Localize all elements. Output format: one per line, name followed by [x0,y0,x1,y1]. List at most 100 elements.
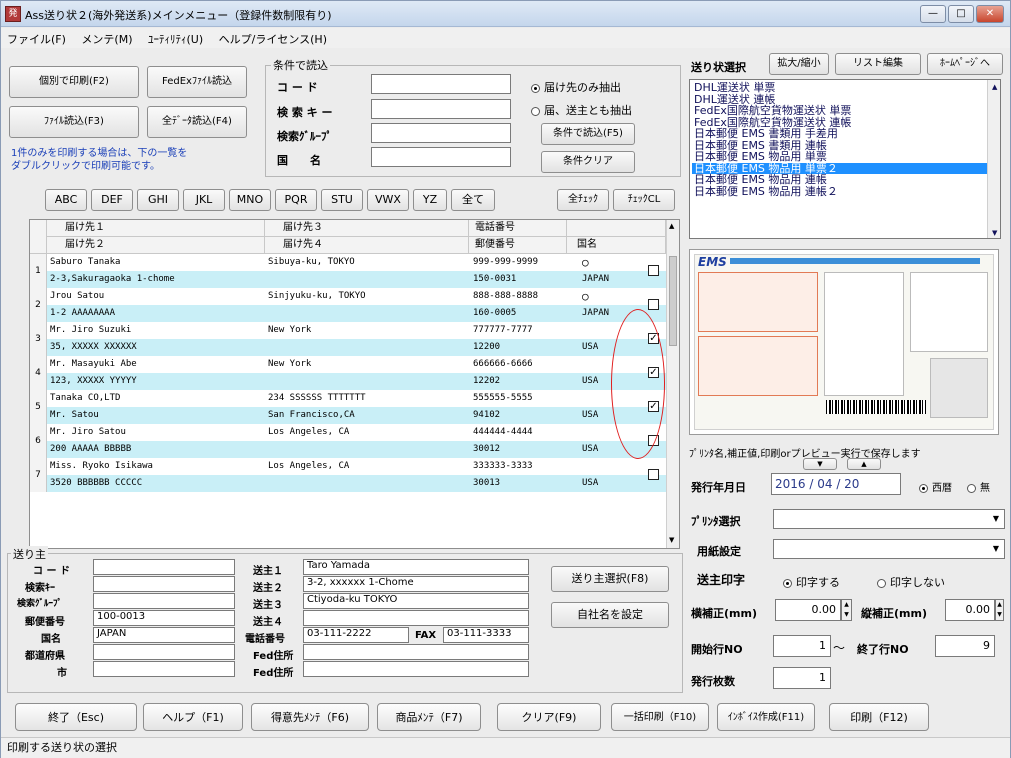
paper-select[interactable]: ▼ [773,539,1005,559]
sender-fed-address-input-2[interactable] [303,661,529,677]
scroll-down-icon[interactable]: ▼ [669,536,674,544]
maximize-button[interactable]: □ [948,5,974,23]
individual-print-button[interactable]: 個別で印刷(F2) [9,66,139,98]
filter-mno-button[interactable]: MNO [229,189,271,211]
exit-button[interactable]: 終了（Esc) [15,703,137,731]
waybill-list-item[interactable]: 日本郵便 EMS 物品用 単票 [692,151,1000,163]
sender-fax-input[interactable]: 03-111-3333 [443,627,529,643]
sender-search-key-input[interactable] [93,576,235,592]
invoice-create-button[interactable]: ｲﾝﾎﾞｲｽ作成(F11) [717,703,815,731]
print-yes-radio[interactable]: 印字する [783,574,840,590]
table-row[interactable]: Miss. Ryoko Isikawa Los Angeles, CA 333333… [30,458,666,475]
offset-up-button[interactable]: ▲ [847,458,881,470]
filter-def-button[interactable]: DEF [91,189,133,211]
table-row-sub[interactable]: Mr. Satou San Francisco,CA 94102 USA [30,407,666,424]
scroll-thumb[interactable] [669,256,677,346]
homepage-button[interactable]: ﾎｰﾑﾍﾟｰｼﾞへ [927,53,1003,75]
vertical-adjust-spinner[interactable]: ▲ ▼ [995,599,1004,621]
customer-maintenance-button[interactable]: 得意先ﾒﾝﾃ（F6) [251,703,369,731]
sender2-input[interactable]: 3-2, xxxxxx 1-Chome [303,576,529,592]
minimize-button[interactable]: — [920,5,946,23]
list-edit-button[interactable]: リスト編集 [835,53,921,75]
sender-pref-input[interactable] [93,644,235,660]
filter-all-button[interactable]: 全て [451,189,495,211]
scroll-up-icon[interactable]: ▲ [669,222,674,230]
vertical-adjust-input[interactable]: 0.00 [945,599,995,621]
product-maintenance-button[interactable]: 商品ﾒﾝﾃ（F7) [377,703,481,731]
condition-read-button[interactable]: 条件で読込(F5) [541,123,635,145]
table-row[interactable]: Saburo Tanaka Sibuya-ku, TOKYO 999-999-999… [30,254,666,271]
sender-code-input[interactable] [93,559,235,575]
issue-date-input[interactable]: 2016 / 04 / 20 [771,473,901,495]
sender1-input[interactable]: Taro Yamada [303,559,529,575]
table-row[interactable]: Jrou Satou Sinjyuku-ku, TOKYO 888-888-8888… [30,288,666,305]
filter-vwx-button[interactable]: VWX [367,189,409,211]
waybill-list-item[interactable]: DHL運送状 単票 [692,82,1000,94]
clear-button[interactable]: クリア(F9) [497,703,601,731]
batch-print-button[interactable]: 一括印刷（F10) [611,703,709,731]
waybill-list-item[interactable]: 日本郵便 EMS 書類用 手差用 [692,128,1000,140]
filter-jkl-button[interactable]: JKL [183,189,225,211]
condition-clear-button[interactable]: 条件クリア [541,151,635,173]
destination-grid[interactable]: 届け先１ 届け先３ 電話番号 届け先２ 届け先４ 郵便番号 国名 Saburo … [29,219,680,549]
sender-country-input[interactable]: JAPAN [93,627,235,643]
horizontal-adjust-input[interactable]: 0.00 [775,599,841,621]
table-row-sub[interactable]: 123, XXXXX YYYYY 12202 USA [30,373,666,390]
table-row-sub[interactable]: 1-2 AAAAAAAA 160-0005 JAPAN [30,305,666,322]
menu-utility[interactable]: ﾕｰﾃｨﾘﾃｨ(U) [142,28,209,47]
horizontal-adjust-spinner[interactable]: ▲ ▼ [841,599,852,621]
sender-search-group-input[interactable] [93,593,235,609]
table-row[interactable]: Mr. Jiro Suzuki New York 777777-7777 [30,322,666,339]
close-button[interactable]: ✕ [976,5,1004,23]
sender-select-button[interactable]: 送り主選択(F8) [551,566,669,592]
list-scroll-up-icon[interactable]: ▲ [990,82,997,94]
waybill-list-item[interactable]: FedEx国際航空貨物運送状 単票 [692,105,1000,117]
condition-search-key-input[interactable] [371,99,511,119]
sender-city-input[interactable] [93,661,235,677]
condition-country-input[interactable] [371,147,511,167]
filter-stu-button[interactable]: STU [321,189,363,211]
radio-dest-only[interactable]: 届け先のみ抽出 [531,79,621,95]
era-seireki-radio[interactable]: 西暦 [919,479,952,494]
menu-file[interactable]: ファイル(F) [1,28,72,47]
row-checkbox[interactable] [648,469,659,480]
list-scroll-down-icon[interactable]: ▼ [990,228,997,238]
print-button[interactable]: 印刷（F12) [829,703,929,731]
waybill-list-item[interactable]: 日本郵便 EMS 物品用 連帳２ [692,186,1000,198]
waybill-list-item[interactable]: 日本郵便 EMS 物品用 連帳 [692,174,1000,186]
row-checkbox[interactable] [648,265,659,276]
table-row[interactable]: Mr. Masayuki Abe New York 666666-6666 [30,356,666,373]
file-read-button[interactable]: ﾌｧｲﾙ読込(F3) [9,106,139,138]
menu-maintenance[interactable]: メンテ(M) [75,28,138,47]
condition-code-input[interactable] [371,74,511,94]
filter-abc-button[interactable]: ABC [45,189,87,211]
check-clear-button[interactable]: ﾁｪｯｸCL [613,189,675,211]
sender-tel-input[interactable]: 03-111-2222 [303,627,409,643]
waybill-list[interactable]: DHL運送状 単票 DHL運送状 連帳 FedEx国際航空貨物運送状 単票 FedEx… [689,79,1001,239]
filter-pqr-button[interactable]: PQR [275,189,317,211]
sender-zip-input[interactable]: 100-0013 [93,610,235,626]
table-row[interactable]: Tanaka CO,LTD 234 SSSSSS TTTTTTT 555555-55… [30,390,666,407]
offset-down-button[interactable]: ▼ [803,458,837,470]
filter-yz-button[interactable]: YZ [413,189,447,211]
table-row-sub[interactable]: 2-3,Sakuragaoka 1-chome 150-0031 JAPAN [30,271,666,288]
company-name-button[interactable]: 自社名を設定 [551,602,669,628]
table-row-sub[interactable]: 200 AAAAA BBBBB 30012 USA [30,441,666,458]
sender3-input[interactable]: Ctiyoda-ku TOKYO [303,593,529,609]
era-none-radio[interactable]: 無 [967,479,990,494]
start-row-input[interactable]: 1 [773,635,831,657]
all-data-read-button[interactable]: 全ﾃﾞｰﾀ読込(F4) [147,106,247,138]
check-all-button[interactable]: 全ﾁｪｯｸ [557,189,609,211]
print-no-radio[interactable]: 印字しない [877,574,945,590]
menu-help-license[interactable]: ヘルプ/ライセンス(H) [213,28,333,47]
sender4-input[interactable] [303,610,529,626]
table-row[interactable]: Mr. Jiro Satou Los Angeles, CA 444444-4444 [30,424,666,441]
zoom-button[interactable]: 拡大/縮小 [769,53,829,75]
printer-select[interactable]: ▼ [773,509,1005,529]
radio-both[interactable]: 届、送主とも抽出 [531,102,632,118]
waybill-list-scrollbar[interactable]: ▲ ▼ [987,80,1000,238]
grid-scrollbar[interactable]: ▲ ▼ [666,220,679,548]
table-row-sub[interactable]: 35, XXXXX XXXXXX 12200 USA [30,339,666,356]
help-button[interactable]: ヘルプ（F1) [143,703,243,731]
fedex-file-read-button[interactable]: FedExﾌｧｲﾙ読込 [147,66,247,98]
